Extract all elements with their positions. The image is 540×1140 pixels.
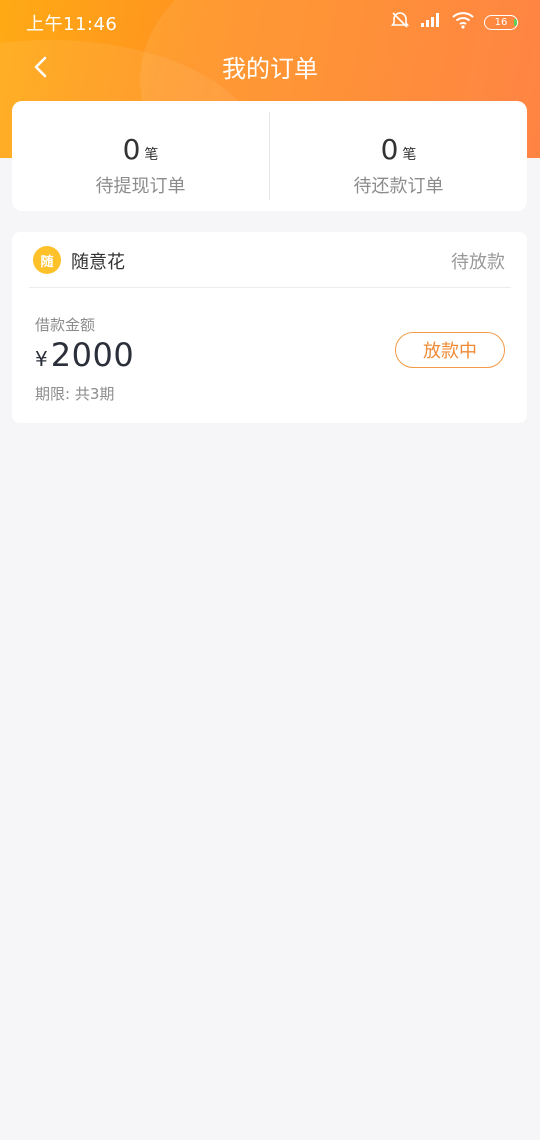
product-name: 随意花 [71,252,125,273]
status-time: 上午11:46 [26,14,118,35]
pending-repayment-count: 0 [380,133,399,166]
battery-level: 16 [494,16,508,28]
disbursing-button[interactable]: 放款中 [395,332,505,368]
status-bar: 上午11:46 16 [0,0,540,44]
summary-pending-repayment[interactable]: 0 笔 待还款订单 [270,101,527,211]
loan-term: 期限: 共3期 [35,385,115,403]
pending-withdrawal-count: 0 [122,133,141,166]
battery-charge-indicator [514,18,517,26]
alarm-off-icon [390,10,410,34]
summary-count-row: 0 笔 [123,134,159,166]
page-title: 我的订单 [222,55,318,83]
pending-repayment-label: 待还款订单 [353,176,444,197]
wifi-icon [452,11,474,33]
product-logo-icon: 随 [33,246,61,274]
signal-icon [420,12,442,32]
order-card[interactable]: 随 随意花 待放款 借款金额 ¥ 2000 期限: 共3期 放款中 [12,232,527,423]
summary-pending-withdrawal[interactable]: 0 笔 待提现订单 [12,101,269,211]
status-icons: 16 [390,10,518,34]
pending-withdrawal-label: 待提现订单 [95,176,186,197]
currency-symbol: ¥ [35,347,48,371]
count-unit: 笔 [144,147,159,163]
order-summary-card: 0 笔 待提现订单 0 笔 待还款订单 [12,101,527,211]
nav-bar: 我的订单 [0,44,540,88]
loan-amount: 2000 [50,336,135,374]
amount-label: 借款金额 [35,316,96,334]
count-unit: 笔 [402,147,417,163]
amount-row: ¥ 2000 [35,336,134,374]
order-card-header: 随 随意花 待放款 [29,232,511,288]
order-status: 待放款 [451,252,505,273]
battery-icon: 16 [484,14,518,30]
summary-count-row: 0 笔 [381,134,417,166]
